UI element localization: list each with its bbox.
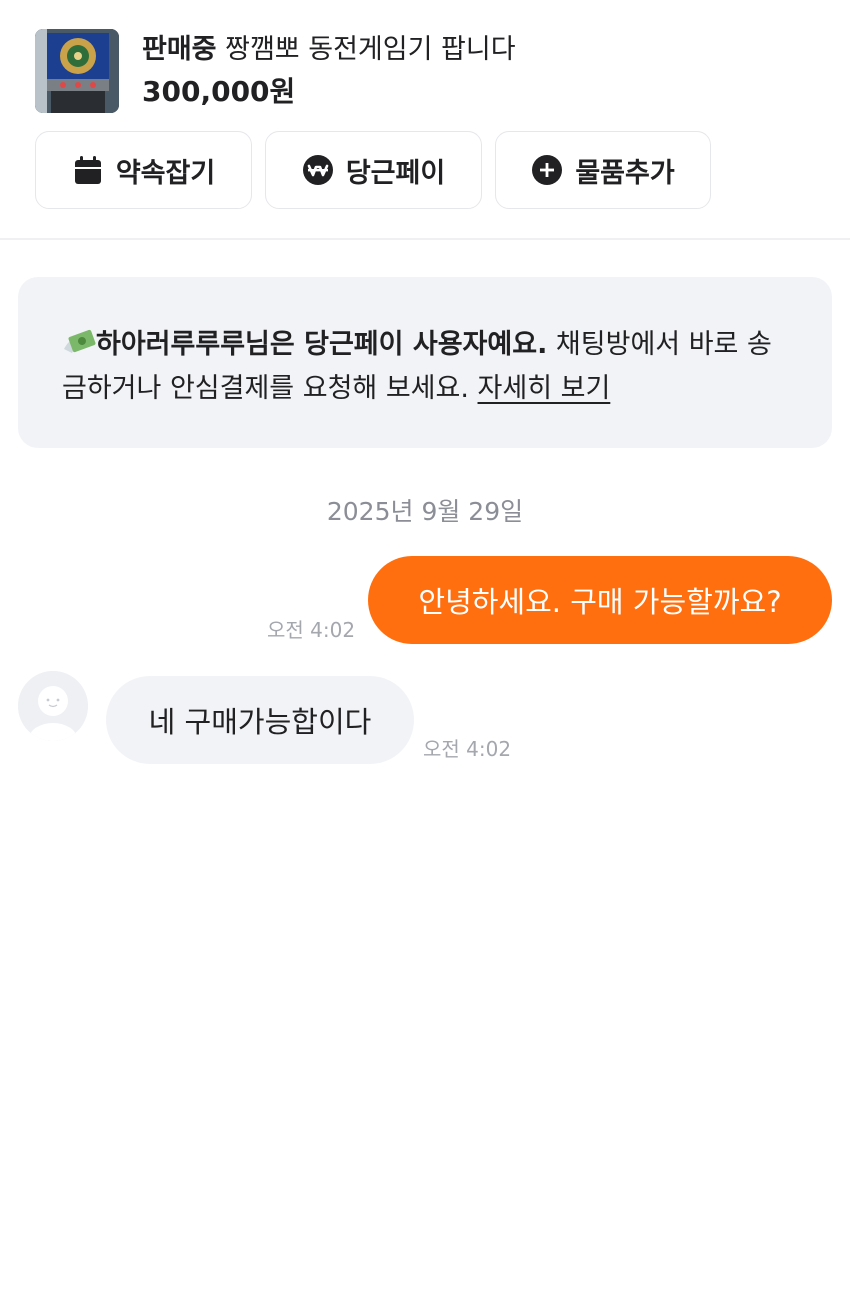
- message-time: 오전 4:02: [267, 618, 356, 642]
- user-avatar[interactable]: [18, 671, 88, 741]
- pay-notice-card: 하아러루루루님은 당근페이 사용자예요. 채팅방에서 바로 송금하거나 안심결제…: [18, 277, 832, 448]
- add-item-button[interactable]: 물품추가: [495, 131, 711, 209]
- notice-bold-text: 하아러루루루님은 당근페이 사용자예요.: [96, 329, 548, 360]
- add-item-label: 물품추가: [575, 157, 675, 189]
- won-icon: [302, 154, 334, 186]
- karrot-pay-button[interactable]: 당근페이: [265, 131, 482, 209]
- karrot-pay-label: 당근페이: [345, 157, 446, 189]
- other-message-bubble[interactable]: 네 구매가능합이다: [106, 676, 414, 764]
- product-thumbnail[interactable]: [35, 29, 119, 113]
- schedule-button[interactable]: 약속잡기: [35, 131, 252, 209]
- learn-more-link[interactable]: 자세히 보기: [478, 373, 611, 404]
- money-wings-icon: [62, 327, 96, 357]
- product-title: 짱깸뽀 동전게임기 팝니다: [225, 34, 516, 65]
- product-header: 판매중 짱깸뽀 동전게임기 팝니다 300,000원 약속잡기 당근페이 물품추…: [0, 0, 850, 240]
- message-time: 오전 4:02: [423, 737, 512, 761]
- plus-circle-icon: [531, 154, 563, 186]
- chat-date-divider: 2025년 9월 29일: [326, 497, 524, 526]
- my-message-bubble[interactable]: 안녕하세요. 구매 가능할까요?: [368, 556, 832, 644]
- product-title-line[interactable]: 판매중 짱깸뽀 동전게임기 팝니다: [142, 30, 516, 70]
- sale-status: 판매중: [142, 34, 217, 65]
- calendar-icon: [72, 154, 104, 186]
- schedule-label: 약속잡기: [115, 157, 216, 189]
- product-price: 300,000원: [142, 75, 296, 108]
